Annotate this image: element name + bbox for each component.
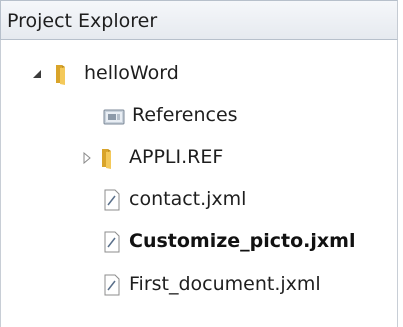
tree-item-label: First_document.jxml — [129, 273, 321, 295]
project-tree: helloWord References APPLI.REF contact.j… — [0, 40, 396, 327]
panel-title: Project Explorer — [7, 10, 158, 32]
tree-item-first-document-jxml[interactable]: First_document.jxml — [0, 265, 396, 305]
project-explorer-panel: Project Explorer helloWord References AP… — [0, 0, 403, 327]
tree-item-references[interactable]: References — [0, 96, 396, 136]
file-icon — [104, 189, 120, 211]
tree-item-customize-picto-jxml[interactable]: Customize_picto.jxml — [0, 222, 396, 262]
tree-item-contact-jxml[interactable]: contact.jxml — [0, 180, 396, 220]
panel-right-border — [397, 40, 398, 327]
references-icon — [103, 109, 125, 125]
tree-item-helloword[interactable]: helloWord — [0, 54, 396, 94]
folder-open-icon — [56, 65, 65, 85]
panel-header: Project Explorer — [0, 0, 398, 40]
file-icon — [104, 231, 120, 253]
file-icon — [104, 274, 120, 296]
tree-item-label: References — [132, 104, 238, 126]
tree-item-label: APPLI.REF — [129, 146, 224, 168]
collapsed-arrow-icon[interactable] — [80, 151, 94, 165]
expanded-arrow-icon[interactable] — [30, 67, 44, 81]
tree-item-label: Customize_picto.jxml — [129, 230, 356, 252]
tree-item-label: helloWord — [84, 62, 179, 84]
tree-item-appli-ref[interactable]: APPLI.REF — [0, 138, 396, 178]
tree-item-label: contact.jxml — [129, 188, 247, 210]
folder-icon — [102, 149, 111, 169]
